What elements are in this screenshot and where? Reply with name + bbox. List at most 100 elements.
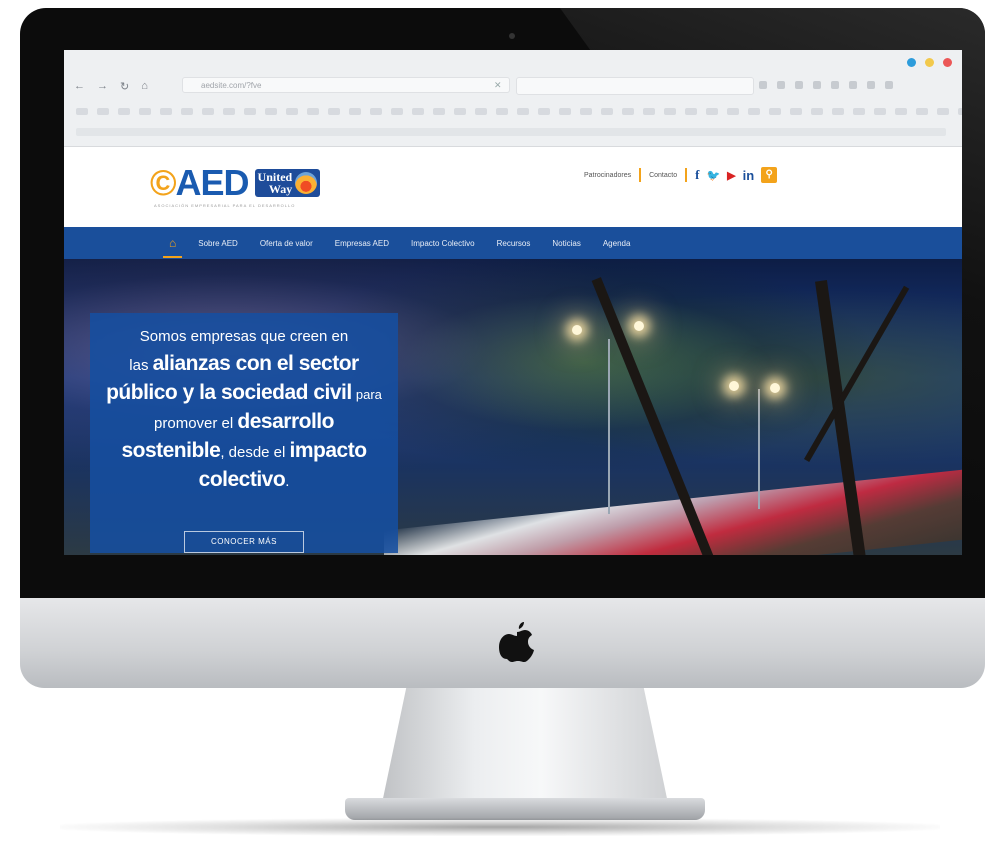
bookmark-item[interactable] [370, 108, 382, 115]
bookmark-item[interactable] [895, 108, 907, 115]
toolbar-icon[interactable] [867, 81, 875, 89]
hero-emphasis: colectivo [198, 468, 286, 491]
reload-icon[interactable]: ↻ [120, 80, 129, 93]
bookmark-item[interactable] [937, 108, 949, 115]
bookmark-item[interactable] [958, 108, 962, 115]
nav-item-oferta[interactable]: Oferta de valor [260, 239, 313, 248]
toolbar-icon[interactable] [759, 81, 767, 89]
forward-icon[interactable]: → [97, 80, 108, 93]
nav-item-sobre-aed[interactable]: Sobre AED [198, 239, 238, 248]
bookmark-item[interactable] [160, 108, 172, 115]
hero-line: . [285, 473, 290, 490]
conocer-mas-button[interactable]: CONOCER MÁS [184, 531, 304, 553]
maximize-dot[interactable] [925, 58, 934, 67]
bookmark-item[interactable] [76, 108, 88, 115]
nav-item-agenda[interactable]: Agenda [603, 239, 631, 248]
hero-emphasis: público y la sociedad civil [106, 381, 352, 404]
toolbar-icon[interactable] [813, 81, 821, 89]
street-lamp [634, 321, 644, 331]
bookmark-item[interactable] [349, 108, 361, 115]
bookmark-item[interactable] [517, 108, 529, 115]
browser-search-field[interactable] [516, 77, 754, 95]
bookmark-item[interactable] [832, 108, 844, 115]
close-dot[interactable] [943, 58, 952, 67]
bookmark-item[interactable] [202, 108, 214, 115]
united-way-line2: Way [268, 182, 293, 196]
bookmark-item[interactable] [769, 108, 781, 115]
window-controls [907, 58, 952, 67]
nav-item-recursos[interactable]: Recursos [497, 239, 531, 248]
bookmark-item[interactable] [475, 108, 487, 115]
united-way-badge-icon [295, 172, 318, 194]
menu-icon[interactable] [885, 81, 893, 89]
united-way-logo: United Way [254, 169, 321, 197]
top-link-patrocinadores[interactable]: Patrocinadores [584, 172, 631, 179]
bookmark-item[interactable] [790, 108, 802, 115]
bookmark-item[interactable] [811, 108, 823, 115]
bookmark-item[interactable] [601, 108, 613, 115]
bookmark-item[interactable] [706, 108, 718, 115]
youtube-icon[interactable]: ▶ [727, 169, 735, 182]
bookmark-item[interactable] [853, 108, 865, 115]
bookmark-item[interactable] [685, 108, 697, 115]
nav-item-empresas[interactable]: Empresas AED [335, 239, 389, 248]
linkedin-icon[interactable]: in [743, 168, 755, 183]
stand-base [345, 798, 705, 820]
bookmark-item[interactable] [328, 108, 340, 115]
bookmark-item[interactable] [244, 108, 256, 115]
bookmark-item[interactable] [139, 108, 151, 115]
bookmark-item[interactable] [727, 108, 739, 115]
hero-line: para [355, 387, 382, 402]
site-search-icon[interactable]: ⚲ [761, 167, 778, 183]
home-icon[interactable]: ⌂ [141, 80, 148, 93]
bookmark-item[interactable] [559, 108, 571, 115]
bookmark-item[interactable] [307, 108, 319, 115]
top-link-contacto[interactable]: Contacto [649, 172, 677, 179]
toolbar-icon[interactable] [795, 81, 803, 89]
address-bar[interactable]: aedsite.com/?fve [182, 77, 510, 93]
bookmark-item[interactable] [412, 108, 424, 115]
twitter-icon[interactable]: 🐦 [706, 169, 720, 182]
minimize-dot[interactable] [907, 58, 916, 67]
hero-line: las [129, 357, 149, 374]
bookmark-item[interactable] [181, 108, 193, 115]
nav-home-icon[interactable]: ⌂ [162, 236, 183, 258]
logo-swirl-icon: © [150, 162, 177, 203]
bookmark-item[interactable] [874, 108, 886, 115]
facebook-icon[interactable]: f [695, 167, 699, 183]
bookmarks-bar [76, 108, 962, 115]
nav-item-impacto[interactable]: Impacto Colectivo [411, 239, 475, 248]
bookmark-item[interactable] [664, 108, 676, 115]
back-icon[interactable]: ← [74, 80, 85, 93]
bookmark-item[interactable] [454, 108, 466, 115]
bookmark-item[interactable] [118, 108, 130, 115]
bookmark-item[interactable] [286, 108, 298, 115]
bookmark-item[interactable] [433, 108, 445, 115]
toolbar-icon[interactable] [831, 81, 839, 89]
main-navigation: ⌂ Sobre AED Oferta de valor Empresas AED… [64, 227, 962, 259]
toolbar-icon[interactable] [849, 81, 857, 89]
logo-aed: ©AED [150, 162, 250, 204]
clear-address-icon[interactable]: ✕ [494, 80, 502, 91]
hero-line: , desde el [220, 444, 286, 461]
bookmark-item[interactable] [916, 108, 928, 115]
bookmark-item[interactable] [265, 108, 277, 115]
bookmark-item[interactable] [748, 108, 760, 115]
nav-item-noticias[interactable]: Noticias [552, 239, 580, 248]
toolbar-icon[interactable] [777, 81, 785, 89]
bookmark-item[interactable] [97, 108, 109, 115]
logo-subtitle: ASOCIACIÓN EMPRESARIAL PARA EL DESARROLL… [154, 203, 296, 208]
divider [685, 168, 688, 182]
street-pole [608, 339, 610, 514]
bookmark-item[interactable] [223, 108, 235, 115]
bookmark-item[interactable] [538, 108, 550, 115]
bookmark-item[interactable] [580, 108, 592, 115]
bookmark-item[interactable] [622, 108, 634, 115]
bookmark-item[interactable] [496, 108, 508, 115]
social-links: f 🐦 ▶ in ⚲ [695, 167, 778, 183]
bookmark-item[interactable] [643, 108, 655, 115]
tab-strip [76, 128, 946, 136]
hero-emphasis: desarrollo [237, 410, 334, 433]
site-logo[interactable]: ©AED United Way [150, 162, 321, 204]
bookmark-item[interactable] [391, 108, 403, 115]
